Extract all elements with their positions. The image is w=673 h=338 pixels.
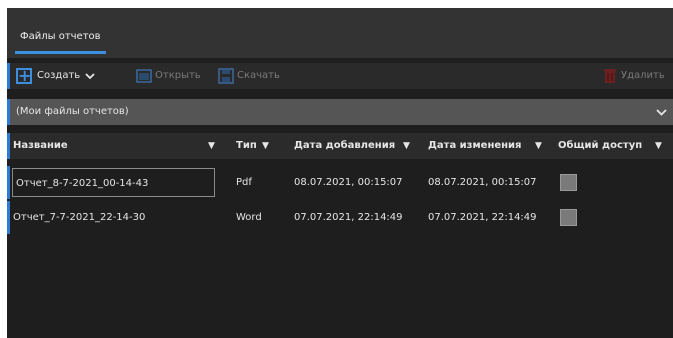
report-files-window: Файлы отчетов + Создать Открыть Скачать …: [7, 8, 673, 338]
delete-label: Удалить: [621, 70, 665, 81]
filter-selected-value: (Мои файлы отчетов): [16, 106, 129, 117]
cell-name: Отчет_7-7-2021_22-14-30: [13, 212, 146, 223]
filter-icon[interactable]: ▼: [262, 133, 269, 159]
chevron-down-icon: [656, 109, 667, 116]
filter-icon[interactable]: ▼: [535, 133, 542, 159]
table-row[interactable]: Отчет_8-7-2021_00-14-43 Pdf 08.07.2021, …: [7, 166, 673, 199]
cell-name[interactable]: Отчет_8-7-2021_00-14-43: [12, 168, 215, 197]
filter-icon[interactable]: ▼: [208, 133, 215, 159]
filter-icon[interactable]: ▼: [655, 133, 662, 159]
shared-checkbox[interactable]: [560, 209, 577, 226]
tab-active-indicator: [15, 51, 106, 54]
column-header-type[interactable]: Тип: [236, 133, 257, 159]
trash-icon: [604, 69, 616, 83]
download-button[interactable]: Скачать: [218, 66, 280, 86]
tab-strip: Файлы отчетов: [7, 8, 673, 58]
create-button[interactable]: + Создать: [16, 66, 95, 86]
cell-type: Pdf: [236, 177, 252, 188]
chevron-down-icon[interactable]: [85, 72, 95, 80]
open-label: Открыть: [155, 70, 201, 81]
column-header-date-added[interactable]: Дата добавления: [294, 133, 395, 159]
cell-date-added: 08.07.2021, 00:15:07: [294, 177, 403, 188]
shared-checkbox[interactable]: [560, 174, 577, 191]
column-header-shared[interactable]: Общий доступ: [558, 133, 642, 159]
cell-date-added: 07.07.2021, 22:14:49: [294, 212, 403, 223]
open-button[interactable]: Открыть: [136, 66, 201, 86]
report-filter-dropdown[interactable]: (Мои файлы отчетов): [7, 99, 673, 125]
create-label: Создать: [37, 70, 81, 81]
column-header-name[interactable]: Название: [13, 133, 68, 159]
cell-date-modified: 07.07.2021, 22:14:49: [428, 212, 537, 223]
table-row[interactable]: Отчет_7-7-2021_22-14-30 Word 07.07.2021,…: [7, 201, 673, 234]
tab-report-files[interactable]: Файлы отчетов: [15, 24, 106, 56]
filter-icon[interactable]: ▼: [403, 133, 410, 159]
delete-button[interactable]: Удалить: [602, 66, 665, 86]
table-header: Название ▼ Тип ▼ Дата добавления ▼ Дата …: [7, 133, 673, 159]
cell-date-modified: 08.07.2021, 00:15:07: [428, 177, 537, 188]
toolbar: + Создать Открыть Скачать Удалить: [7, 63, 673, 89]
tab-label: Файлы отчетов: [20, 31, 101, 42]
download-icon: [218, 68, 234, 84]
download-label: Скачать: [237, 70, 280, 81]
plus-icon: +: [16, 66, 32, 85]
cell-type: Word: [236, 212, 262, 223]
column-header-date-modified[interactable]: Дата изменения: [428, 133, 521, 159]
open-icon: [136, 69, 152, 83]
